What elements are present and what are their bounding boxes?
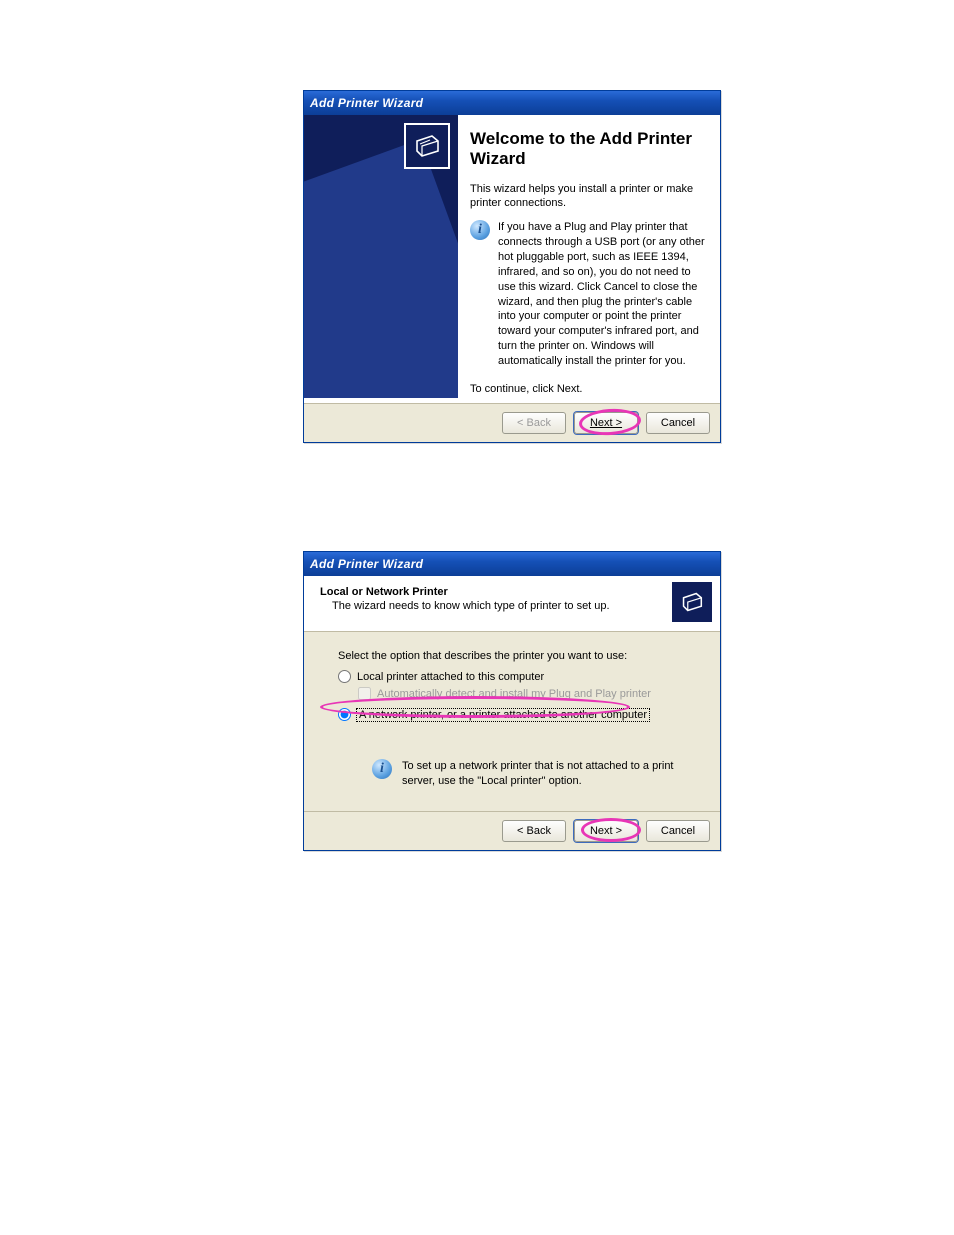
radio-network[interactable] bbox=[338, 708, 351, 721]
option-network-printer[interactable]: A network printer, or a printer attached… bbox=[338, 708, 649, 721]
auto-detect-checkbox bbox=[358, 687, 371, 700]
pnp-note-text: If you have a Plug and Play printer that… bbox=[498, 220, 706, 368]
option-network-label: A network printer, or a printer attached… bbox=[357, 709, 649, 721]
back-button[interactable]: < Back bbox=[502, 820, 566, 842]
window-title: Add Printer Wizard bbox=[310, 96, 423, 110]
wizard-sidebar-image bbox=[304, 115, 458, 398]
next-button[interactable]: Next > bbox=[574, 820, 638, 842]
window-title: Add Printer Wizard bbox=[310, 557, 423, 571]
cancel-button[interactable]: Cancel bbox=[646, 820, 710, 842]
printer-icon bbox=[672, 582, 712, 622]
back-button: < Back bbox=[502, 412, 566, 434]
checkbox-auto-detect: Automatically detect and install my Plug… bbox=[358, 687, 692, 700]
option-local-label: Local printer attached to this computer bbox=[357, 671, 544, 683]
step-subtitle: The wizard needs to know which type of p… bbox=[332, 600, 662, 612]
title-bar[interactable]: Add Printer Wizard bbox=[304, 91, 720, 115]
button-bar: < Back Next > Cancel bbox=[304, 403, 720, 442]
step-title: Local or Network Printer bbox=[320, 586, 662, 598]
option-local-printer[interactable]: Local printer attached to this computer bbox=[338, 670, 692, 683]
network-note-text: To set up a network printer that is not … bbox=[402, 759, 682, 789]
wizard-heading: Welcome to the Add Printer Wizard bbox=[470, 129, 706, 170]
info-icon: i bbox=[470, 220, 490, 240]
add-printer-wizard-welcome-dialog: Add Printer Wizard Welcome to the Add Pr… bbox=[303, 90, 721, 443]
add-printer-wizard-step-dialog: Add Printer Wizard Local or Network Prin… bbox=[303, 551, 721, 851]
printer-icon bbox=[404, 123, 450, 169]
radio-local[interactable] bbox=[338, 670, 351, 683]
wizard-intro-text: This wizard helps you install a printer … bbox=[470, 182, 706, 211]
cancel-button[interactable]: Cancel bbox=[646, 412, 710, 434]
next-button[interactable]: Next > bbox=[574, 412, 638, 434]
continue-text: To continue, click Next. bbox=[470, 383, 706, 395]
title-bar[interactable]: Add Printer Wizard bbox=[304, 552, 720, 576]
auto-detect-label: Automatically detect and install my Plug… bbox=[377, 688, 651, 700]
button-bar: < Back Next > Cancel bbox=[304, 811, 720, 850]
wizard-header: Local or Network Printer The wizard need… bbox=[304, 576, 720, 632]
info-icon: i bbox=[372, 759, 392, 779]
prompt-text: Select the option that describes the pri… bbox=[338, 650, 692, 662]
